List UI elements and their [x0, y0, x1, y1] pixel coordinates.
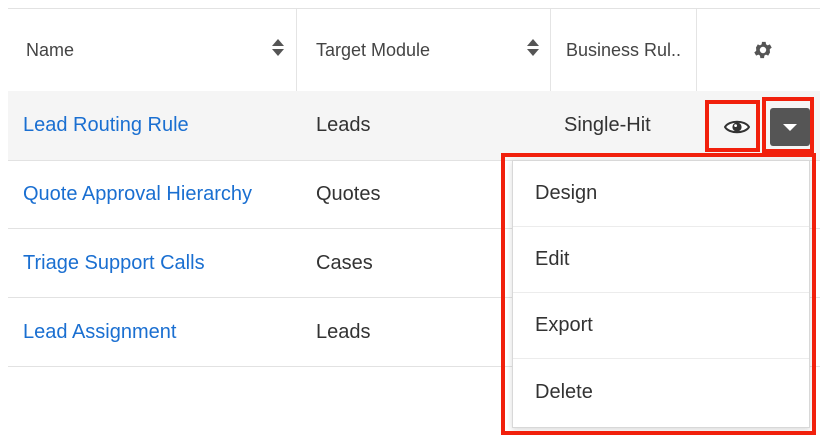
column-header-target-module-label: Target Module [316, 39, 431, 60]
target-module-value: Cases [316, 251, 373, 274]
record-name-link[interactable]: Lead Routing Rule [23, 114, 189, 137]
sort-target-module-icon[interactable] [527, 39, 539, 61]
column-header-target-module[interactable]: Target Module [316, 9, 430, 91]
target-module-value: Leads [316, 114, 371, 136]
table-row: Lead Routing Rule Leads Single-Hit [8, 91, 820, 161]
record-name-link[interactable]: Triage Support Calls [23, 252, 205, 275]
column-header-business-rule-label: Business Rul.. [566, 39, 682, 60]
target-module-value: Leads [316, 320, 371, 343]
table-header: Name Target Module Business Rul.. [8, 8, 820, 92]
column-header-name[interactable]: Name [26, 9, 74, 91]
highlight-dropdown-box [762, 97, 814, 153]
record-name-link[interactable]: Lead Assignment [23, 321, 176, 344]
business-rule-value: Single-Hit [564, 114, 651, 136]
target-module-value: Quotes [316, 183, 381, 205]
gear-icon[interactable] [752, 39, 774, 61]
sort-name-icon[interactable] [272, 39, 284, 61]
highlight-preview-box [705, 100, 760, 152]
column-header-business-rule[interactable]: Business Rul.. [566, 9, 681, 91]
column-header-name-label: Name [26, 39, 75, 60]
record-name-link[interactable]: Quote Approval Hierarchy [23, 183, 252, 206]
highlight-menu-box [501, 153, 816, 435]
